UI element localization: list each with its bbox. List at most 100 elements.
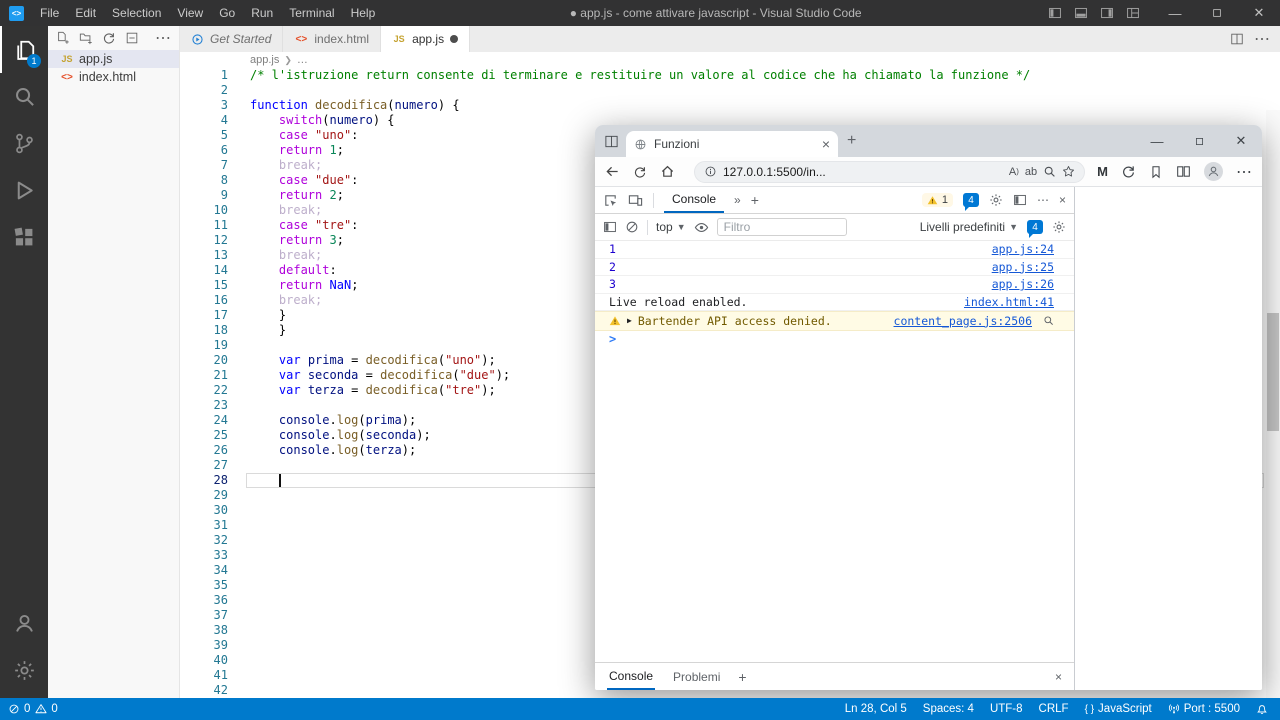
edge-minimize-button[interactable]: — [1136,125,1178,157]
toggle-secondary-sidebar-icon[interactable] [1100,6,1114,20]
close-drawer-icon[interactable]: × [1055,670,1062,684]
console-message-row[interactable]: 3app.js:26 [595,276,1074,294]
file-item-index.html[interactable]: <>index.html [48,68,179,86]
console-message-row[interactable]: ▶Bartender API access denied.content_pag… [595,311,1074,331]
code-line-3[interactable]: 3function decodifica(numero) { [180,98,1280,113]
new-folder-icon[interactable] [79,31,93,45]
edge-maximize-button[interactable] [1178,125,1220,157]
errors-indicator[interactable]: 0 [8,703,30,715]
cursor-position[interactable]: Ln 28, Col 5 [845,703,907,715]
tab-index-html[interactable]: <> index.html [283,26,381,52]
source-control-icon[interactable] [0,120,48,167]
console-message-row[interactable]: 1app.js:24 [595,241,1074,259]
split-screen-icon[interactable] [1176,164,1191,179]
maximize-button[interactable] [1196,0,1238,26]
notifications[interactable] [1256,703,1268,715]
address-bar[interactable]: 127.0.0.1:5500/in... A) ab [694,161,1085,183]
console-source-link[interactable]: content_page.js:2506 [894,314,1032,328]
console-source-link[interactable]: app.js:25 [992,260,1054,274]
menu-edit[interactable]: Edit [67,0,104,26]
live-expression-eye-icon[interactable] [694,220,709,235]
menu-view[interactable]: View [169,0,211,26]
new-tab-icon[interactable]: + [847,132,856,150]
console-source-link[interactable]: index.html:41 [964,295,1054,309]
add-drawer-tab-icon[interactable]: + [738,669,746,685]
code-line-1[interactable]: 1/* l'istruzione return consente di term… [180,68,1280,83]
devtools-settings-icon[interactable] [989,193,1003,207]
modified-dot-icon[interactable] [450,35,458,43]
menu-go[interactable]: Go [211,0,243,26]
devtools-more-icon[interactable]: ⋯ [1037,193,1049,207]
new-file-icon[interactable] [56,31,70,45]
customize-layout-icon[interactable] [1126,6,1140,20]
favorites-icon[interactable] [1149,165,1163,179]
expand-arrow-icon[interactable]: ▶ [627,316,632,325]
issues-counter[interactable]: 4 [963,193,979,207]
url-text[interactable]: 127.0.0.1:5500/in... [723,165,1003,179]
search-source-icon[interactable] [1043,315,1054,326]
account-icon[interactable] [0,600,48,647]
toggle-panel-icon[interactable] [1074,6,1088,20]
clear-console-icon[interactable] [625,220,639,234]
live-server-port[interactable]: Port : 5500 [1168,703,1240,715]
devtools-close-icon[interactable]: × [1059,193,1066,207]
edge-close-button[interactable]: ✕ [1220,125,1262,157]
run-debug-icon[interactable] [0,167,48,214]
menu-help[interactable]: Help [343,0,384,26]
extension-m-icon[interactable]: M [1097,164,1108,179]
focus-mode-icon[interactable] [1013,193,1027,207]
warnings-counter[interactable]: 1 [922,193,953,207]
inspect-element-icon[interactable] [603,193,618,208]
back-icon[interactable] [605,164,620,179]
menu-selection[interactable]: Selection [104,0,169,26]
browser-tab-funzioni[interactable]: Funzioni × [626,131,838,157]
warnings-indicator[interactable]: 0 [35,703,57,715]
console-prompt[interactable]: > [595,331,1074,348]
search-icon[interactable] [0,73,48,120]
log-levels-selector[interactable]: Livelli predefiniti▼ [920,220,1018,234]
translate-icon[interactable]: ab [1025,166,1037,178]
console-filter-input[interactable] [717,218,847,236]
console-message-row[interactable]: Live reload enabled.index.html:41 [595,294,1074,312]
reload-icon[interactable] [633,165,647,179]
zoom-icon[interactable] [1043,165,1056,178]
editor-scrollbar[interactable] [1266,110,1280,698]
scrollbar-thumb[interactable] [1267,313,1279,431]
add-favorite-icon[interactable] [1062,165,1075,178]
tab-app-js[interactable]: JS app.js [381,26,470,52]
browser-page-content[interactable] [1075,187,1262,690]
minimize-button[interactable]: — [1154,0,1196,26]
console-sidebar-icon[interactable] [603,220,617,234]
code-line-2[interactable]: 2 [180,83,1280,98]
breadcrumb-more[interactable]: … [297,54,308,66]
read-aloud-icon[interactable]: A) [1009,166,1019,178]
tab-get-started[interactable]: Get Started [180,26,283,52]
split-editor-icon[interactable] [1230,32,1244,46]
language-mode[interactable]: { } JavaScript [1085,703,1152,715]
close-tab-icon[interactable]: × [822,136,830,152]
console-message-row[interactable]: 2app.js:25 [595,259,1074,277]
refresh-explorer-icon[interactable] [102,31,116,45]
console-source-link[interactable]: app.js:26 [992,277,1054,291]
menu-run[interactable]: Run [243,0,281,26]
context-selector[interactable]: top▼ [656,220,686,234]
drawer-tab-console[interactable]: Console [607,663,655,690]
editor-more-icon[interactable]: ⋯ [1254,29,1270,49]
site-info-icon[interactable] [704,165,717,178]
console-settings-icon[interactable] [1052,220,1066,234]
devtools-tab-console[interactable]: Console [664,187,724,213]
eol-sequence[interactable]: CRLF [1039,703,1069,715]
console-empty-area[interactable] [595,348,1074,663]
extensions-icon[interactable] [0,214,48,261]
collapse-folders-icon[interactable] [125,31,139,45]
explorer-icon[interactable]: 1 [0,26,48,73]
breadcrumb-file[interactable]: app.js [250,54,279,66]
profile-avatar[interactable] [1204,162,1223,181]
console-source-link[interactable]: app.js:24 [992,242,1054,256]
drawer-tab-problemi[interactable]: Problemi [671,663,722,690]
file-item-app.js[interactable]: JSapp.js [48,50,179,68]
messages-counter[interactable]: 4 [1027,220,1043,234]
sync-icon[interactable] [1121,164,1136,179]
encoding[interactable]: UTF-8 [990,703,1023,715]
menu-file[interactable]: File [32,0,67,26]
